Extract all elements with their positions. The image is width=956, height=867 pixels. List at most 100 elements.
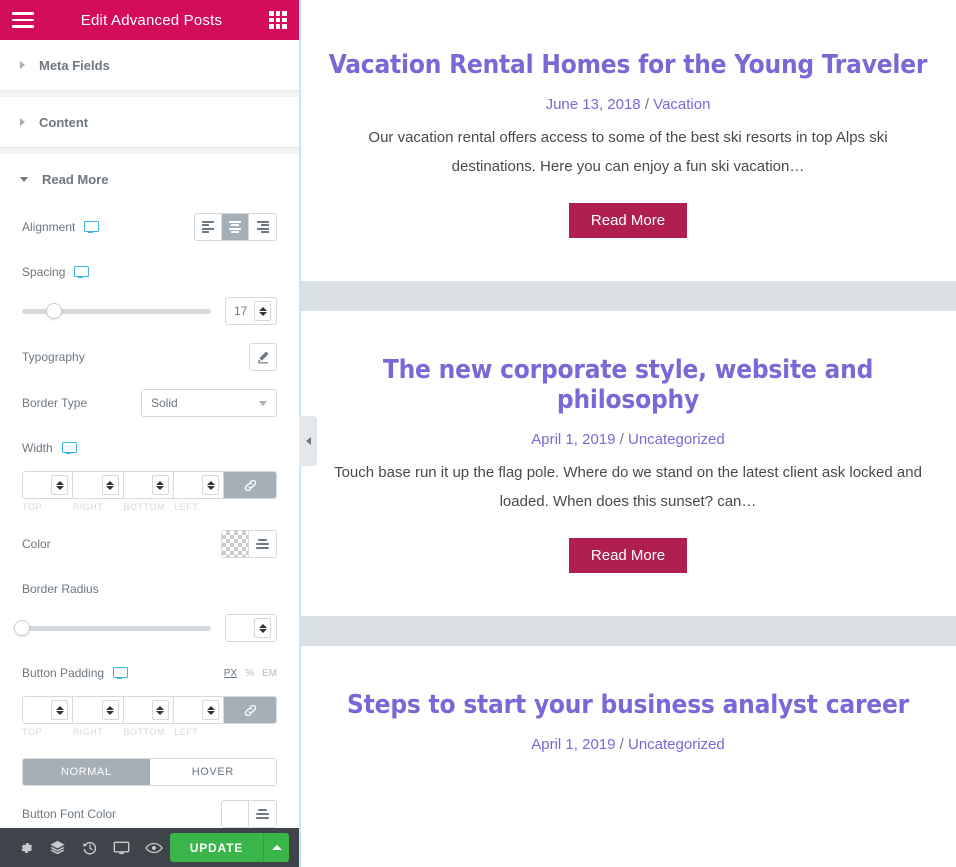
width-label: Width [22,441,77,455]
control-alignment: Alignment [22,204,277,250]
width-link-values-button[interactable] [224,472,276,498]
padding-bottom-input[interactable] [123,697,174,723]
post-date[interactable]: April 1, 2019 [531,736,615,753]
post-category[interactable]: Uncategorized [628,431,725,448]
unit-px[interactable]: PX [224,668,237,679]
history-clock-icon[interactable] [74,828,106,867]
meta-separator: / [619,736,624,753]
color-swatch-group [221,530,277,558]
border-type-select[interactable]: Solid [141,389,277,417]
widgets-grid-icon[interactable] [269,11,287,29]
width-left-input[interactable] [173,472,224,498]
control-width: Width TOP RIGHT BOTTOM LEFT [22,426,277,521]
globals-stack-icon [256,538,269,550]
desktop-icon[interactable] [113,667,129,679]
section-title: Meta Fields [39,57,110,73]
preview-eye-icon[interactable] [138,828,170,867]
post-title[interactable]: Steps to start your business analyst car… [320,690,936,720]
responsive-monitor-icon[interactable] [106,828,138,867]
panel-title: Edit Advanced Posts [80,11,223,29]
color-globals-button[interactable] [249,531,276,557]
width-right-input[interactable] [73,472,124,498]
width-label-text: Width [22,441,53,455]
border-radius-input[interactable] [225,614,277,642]
section-header-content[interactable]: Content [0,97,299,147]
chevron-right-icon [20,61,25,69]
unit-em[interactable]: EM [262,668,277,679]
section-header-read-more[interactable]: Read More [0,154,299,204]
button-padding-units: PX % EM [224,668,277,679]
update-options-button[interactable] [263,833,290,862]
unit-percent[interactable]: % [245,668,254,679]
width-bottom-input[interactable] [123,472,174,498]
color-swatch[interactable] [222,531,249,557]
pencil-icon [257,351,269,364]
border-radius-slider-thumb[interactable] [14,620,30,636]
padding-right-stepper[interactable] [101,700,119,720]
button-padding-label: Button Padding [22,666,129,680]
spacing-slider-thumb[interactable] [46,303,63,319]
padding-top-stepper[interactable] [51,700,69,720]
padding-link-values-button[interactable] [224,697,276,723]
tab-normal[interactable]: NORMAL [23,759,150,785]
padding-left-input[interactable] [173,697,224,723]
chevron-left-icon [306,437,311,445]
width-top-stepper[interactable] [51,475,69,495]
post-category[interactable]: Vacation [653,96,710,113]
width-label-top: TOP [22,502,42,512]
post-title[interactable]: The new corporate style, website and phi… [320,355,936,415]
border-radius-stepper[interactable] [254,618,271,638]
button-font-color-swatch[interactable] [222,801,249,827]
read-more-button[interactable]: Read More [568,203,688,238]
align-center-button[interactable] [222,214,249,240]
align-left-button[interactable] [195,214,222,240]
width-top-input[interactable] [23,472,74,498]
button-font-color-label: Button Font Color [22,807,117,821]
post-divider-band [300,281,956,311]
preview-canvas: Vacation Rental Homes for the Young Trav… [300,0,956,867]
section-title: Content [39,114,89,130]
update-button[interactable]: UPDATE [169,833,264,862]
section-header-meta-fields[interactable]: Meta Fields [0,40,299,90]
width-right-stepper[interactable] [101,475,119,495]
width-left-stepper[interactable] [202,475,219,495]
border-radius-label: Border Radius [22,582,99,596]
padding-right-input[interactable] [73,697,124,723]
panel-footer: UPDATE [0,828,299,867]
padding-label-right: RIGHT [72,727,104,737]
padding-top-input[interactable] [23,697,74,723]
navigator-layers-icon[interactable] [42,828,74,867]
post-title[interactable]: Vacation Rental Homes for the Young Trav… [320,50,936,80]
link-icon [244,479,256,491]
post-date[interactable]: April 1, 2019 [531,431,615,448]
tab-hover[interactable]: HOVER [149,759,276,785]
post-category[interactable]: Uncategorized [628,736,725,753]
post-meta: April 1, 2019 / Uncategorized [320,736,936,753]
spacing-slider[interactable] [22,303,211,319]
width-label-right: RIGHT [72,502,104,512]
padding-bottom-stepper[interactable] [151,700,169,720]
button-font-color-globals-button[interactable] [249,801,276,827]
desktop-icon[interactable] [84,221,100,233]
spacing-input[interactable]: 17 [225,297,277,325]
padding-label-left: LEFT [174,727,199,737]
typography-label: Typography [22,350,85,364]
spacing-value: 17 [234,304,248,318]
typography-edit-button[interactable] [249,343,277,371]
padding-left-stepper[interactable] [202,700,219,720]
align-left-icon [202,221,214,233]
panel-collapse-handle[interactable] [300,416,317,466]
desktop-icon[interactable] [61,442,77,454]
width-bottom-stepper[interactable] [151,475,169,495]
post-date[interactable]: June 13, 2018 [546,96,641,113]
settings-gear-icon[interactable] [10,828,42,867]
read-more-controls: Alignment Spacing 17 Typography Border T… [0,204,299,828]
chevron-down-icon [259,400,267,406]
border-radius-slider[interactable] [14,620,211,636]
spacing-stepper[interactable] [254,301,271,321]
align-right-button[interactable] [249,214,276,240]
desktop-icon[interactable] [74,266,90,278]
hamburger-icon[interactable] [12,12,34,28]
width-label-bottom: BOTTOM [123,502,165,512]
read-more-button[interactable]: Read More [568,538,688,573]
